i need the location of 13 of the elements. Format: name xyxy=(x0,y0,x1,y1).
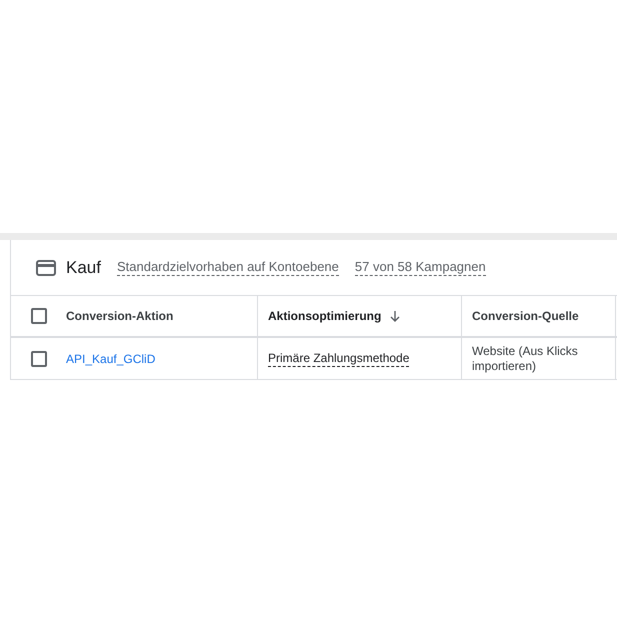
card-title: Kauf xyxy=(66,258,101,278)
goal-link[interactable]: Standardzielvorhaben auf Kontoebene xyxy=(116,259,339,276)
sort-down-arrow-icon xyxy=(390,310,400,322)
conversion-action-link[interactable]: API_Kauf_GCliD xyxy=(66,352,156,366)
column-header[interactable]: Aktionsoptimierung xyxy=(268,309,400,323)
select-all-checkbox[interactable] xyxy=(30,308,46,324)
campaigns-link[interactable]: 57 von 58 Kampagnen xyxy=(354,259,486,276)
column-header[interactable]: Conversion-Quelle xyxy=(472,309,579,323)
source-cell-text: Website (Aus Klicks importieren) xyxy=(472,344,579,374)
row-checkbox[interactable] xyxy=(30,350,46,366)
column-header[interactable]: Conversion-Aktion xyxy=(66,309,174,323)
optimization-value[interactable]: Primäre Zahlungsmethode xyxy=(268,350,410,366)
credit-card-icon xyxy=(36,260,56,276)
